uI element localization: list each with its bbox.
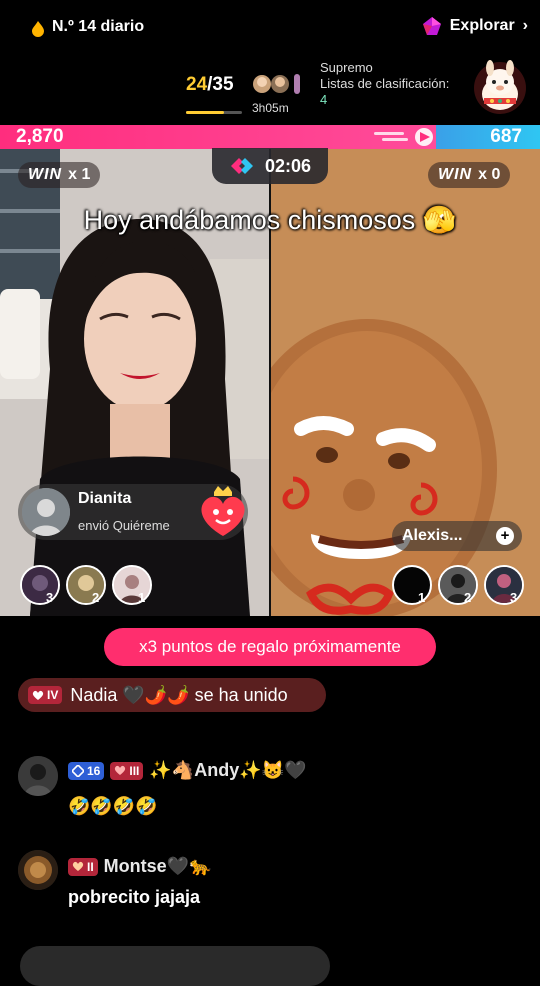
comment-header: 16 III ✨🐴Andy✨😺🖤 (68, 760, 306, 781)
rank-title: Supremo (320, 60, 373, 75)
right-score-fill (435, 125, 540, 149)
right-win-word: WIN (438, 166, 473, 183)
comment-input[interactable] (20, 946, 330, 986)
right-points: 687 (490, 126, 522, 147)
gift-points-promo[interactable]: x3 puntos de regalo próximamente (104, 628, 436, 666)
battle-icon (230, 158, 253, 174)
score-counter: 24/35 (186, 74, 234, 96)
gift-sender-avatar[interactable] (22, 488, 70, 536)
comment-message: 🤣🤣🤣🤣 (68, 796, 158, 816)
score-burst-icon (374, 128, 433, 146)
comment-header: II Montse🖤🐆 (68, 856, 212, 877)
left-fan-rank: 2 (92, 590, 100, 605)
right-host-tag[interactable]: Alexis... + (392, 521, 522, 551)
left-points: 2,870 (16, 126, 64, 147)
explore-button[interactable]: Explorar › (422, 16, 528, 36)
level-badge-text: IV (47, 688, 59, 702)
stream-caption: Hoy andábamos chismosos 🫣 (83, 205, 457, 235)
joined-text: Nadia 🖤🌶️🌶️ se ha unido (70, 684, 288, 705)
avatar-image (18, 850, 58, 890)
right-fan-rank: 2 (464, 590, 472, 605)
left-top-fan-1[interactable] (20, 565, 60, 605)
score-progress-bar (186, 111, 242, 114)
right-top-fan-1[interactable] (392, 565, 432, 605)
right-fan-rank: 3 (510, 590, 518, 605)
joined-notice: IV Nadia 🖤🌶️🌶️ se ha unido (18, 678, 326, 712)
gift-name: Quiéreme (112, 518, 170, 533)
right-top-fan-3[interactable] (484, 565, 524, 605)
subscriber-badge: II (68, 857, 98, 876)
right-win-badge: WIN x 0 (428, 162, 511, 188)
right-fan-rank: 1 (418, 590, 426, 605)
comment-avatar[interactable] (18, 850, 58, 890)
right-host-name: Alexis... (402, 527, 463, 544)
fan-level-badge: 16 (68, 761, 105, 780)
level-badge: IV (28, 686, 63, 704)
follow-plus-icon[interactable]: + (496, 527, 514, 545)
score-total: /35 (207, 74, 234, 95)
left-fan-rank: 1 (138, 590, 146, 605)
left-win-word: WIN (28, 166, 63, 183)
right-top-fan-2[interactable] (438, 565, 478, 605)
left-top-fan-2[interactable] (66, 565, 106, 605)
ranking-info[interactable]: Supremo Listas de clasificación: 4 (320, 60, 449, 108)
comment-username[interactable]: Montse🖤🐆 (104, 856, 212, 877)
llama-mascot-icon[interactable] (472, 58, 528, 116)
team-avatars-icon[interactable] (252, 70, 300, 98)
left-win-badge: WIN x 1 (18, 162, 101, 188)
left-fan-rank: 3 (46, 590, 54, 605)
comment-username[interactable]: ✨🐴Andy✨😺🖤 (149, 760, 306, 781)
battle-timer: 02:06 (212, 148, 328, 184)
score-progress-fill (186, 111, 225, 114)
heart-gift-icon (201, 486, 245, 536)
fan-level-text: 16 (87, 763, 101, 778)
heart-icon (72, 861, 84, 871)
rank-level: 4 (320, 92, 328, 107)
gem-icon (422, 17, 441, 35)
flame-icon (32, 21, 44, 37)
subscriber-badge-text: III (129, 763, 140, 778)
subscriber-badge: III (110, 761, 144, 780)
chevron-right-icon: › (522, 17, 528, 34)
left-top-fan-3[interactable] (112, 565, 152, 605)
avatar-image (18, 756, 58, 796)
battle-timer-text: 02:06 (264, 155, 312, 176)
event-timer: 3h05m (252, 101, 289, 115)
heart-icon (32, 690, 44, 700)
heart-icon (115, 765, 126, 775)
gift-sender-name: Dianita (78, 490, 132, 507)
diamond-icon (72, 764, 84, 777)
comment-message: pobrecito jajaja (68, 887, 201, 907)
avatar-image (22, 488, 70, 536)
battle-score-strip (0, 125, 540, 149)
right-win-count: x 0 (478, 166, 501, 183)
left-win-count: x 1 (68, 166, 91, 183)
rank-list-label: Listas de clasificación: (320, 76, 450, 91)
daily-rank[interactable]: N.º 14 diario (52, 18, 144, 36)
comment-avatar[interactable] (18, 756, 58, 796)
gift-sent-prefix: envió (78, 518, 110, 533)
subscriber-badge-text: II (87, 859, 94, 874)
score-current: 24 (186, 74, 208, 95)
gift-sent-text: envió Quiéreme (78, 518, 170, 533)
explore-label: Explorar (449, 17, 515, 34)
